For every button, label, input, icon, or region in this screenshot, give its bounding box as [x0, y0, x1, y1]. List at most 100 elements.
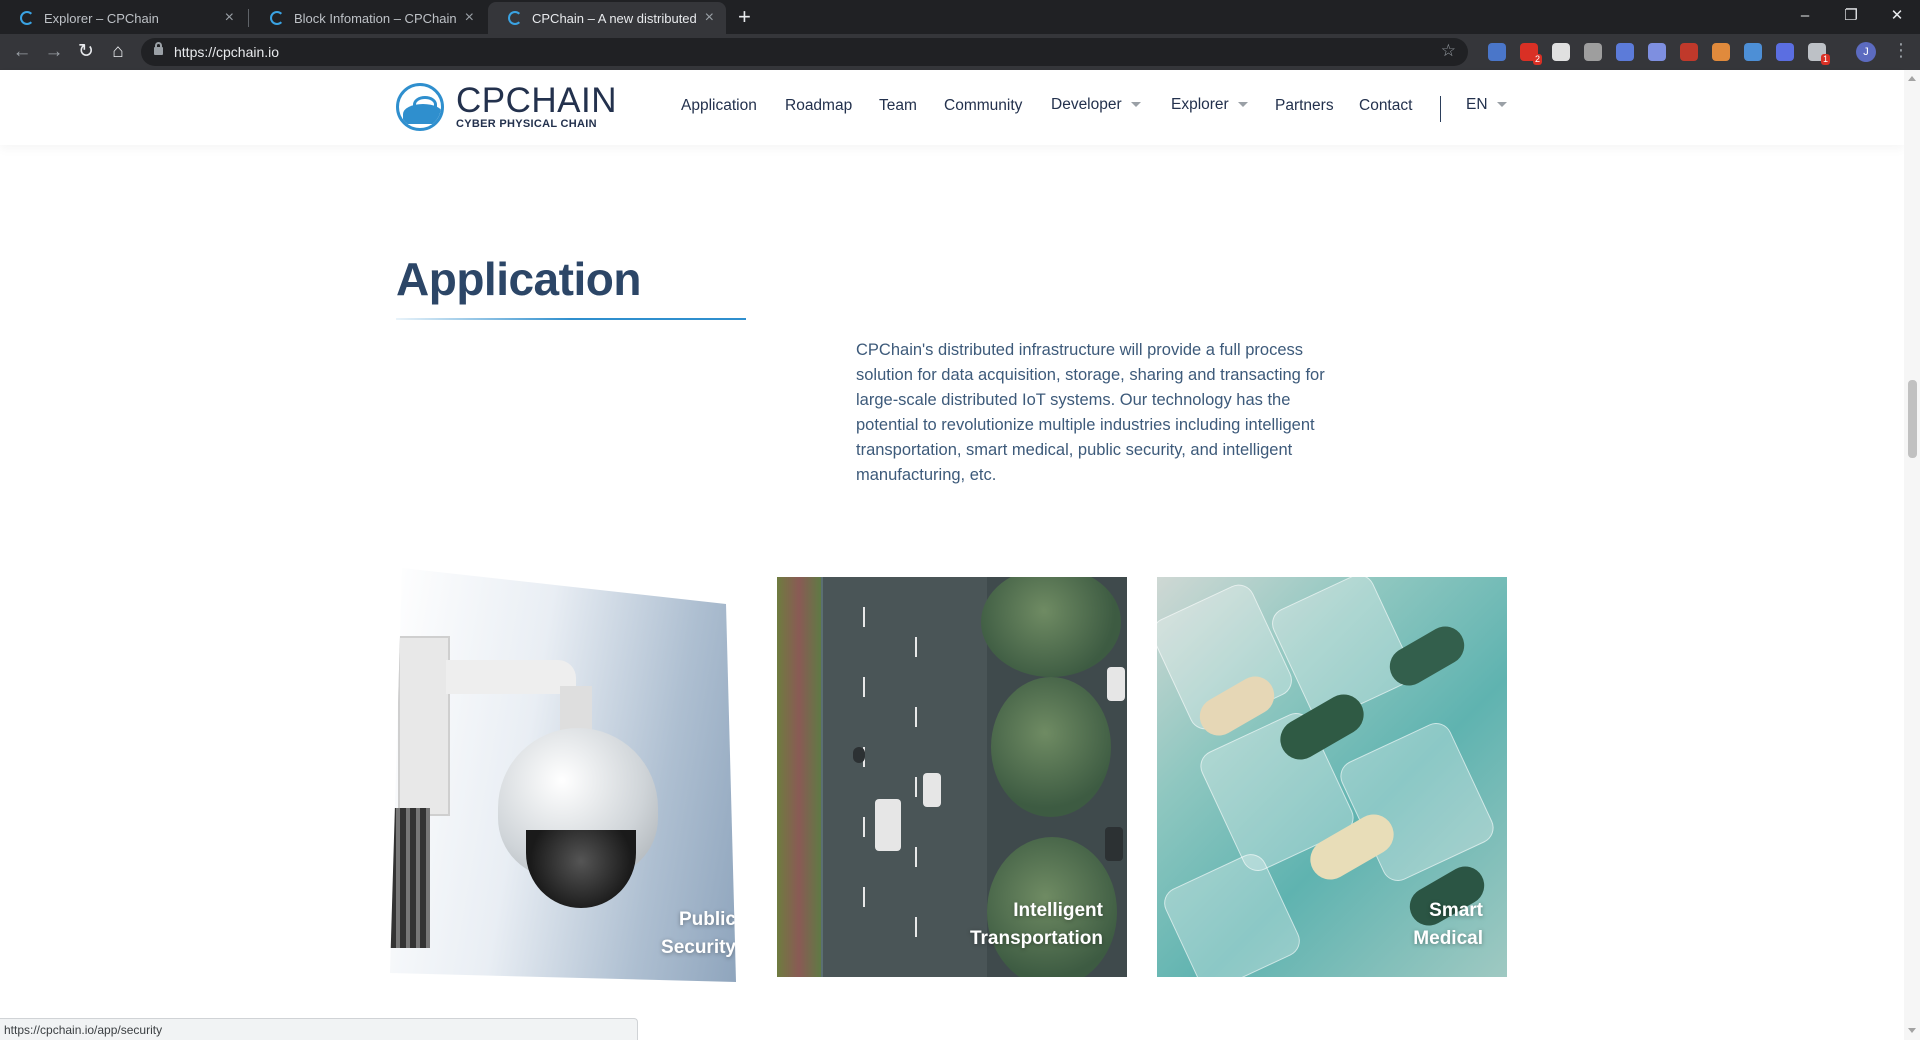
page-scrollbar[interactable]	[1904, 70, 1920, 1040]
card-label: Smart Medical	[1413, 897, 1483, 953]
card-intelligent-transportation[interactable]: Intelligent Transportation	[777, 577, 1127, 977]
tab-close-icon[interactable]: ×	[465, 9, 474, 27]
bookmark-star-icon[interactable]: ☆	[1441, 41, 1456, 61]
chevron-down-icon	[1496, 102, 1507, 108]
disc-icon[interactable]	[1744, 43, 1762, 61]
address-url[interactable]: https://cpchain.io	[174, 44, 279, 60]
lane-marking	[915, 777, 917, 797]
tab-close-icon[interactable]: ×	[705, 9, 714, 27]
flag-icon[interactable]	[1648, 43, 1666, 61]
nav-contact[interactable]: Contact	[1359, 97, 1412, 115]
camera-mount-box	[398, 636, 450, 816]
owl-icon[interactable]	[1712, 43, 1730, 61]
cpchain-logo[interactable]: CPCHAIN CYBER PHYSICAL CHAIN	[396, 83, 617, 131]
tab-title: Explorer – CPChain	[44, 10, 159, 26]
card-label-line: Intelligent	[1013, 900, 1103, 921]
link-status-bubble: https://cpchain.io/app/security	[0, 1018, 638, 1040]
road-verge	[777, 577, 821, 977]
browser-menu-icon[interactable]: ⋮	[1892, 40, 1910, 61]
nav-partners[interactable]: Partners	[1275, 97, 1334, 115]
nav-roadmap[interactable]: Roadmap	[785, 97, 852, 115]
extension-badge: 1	[1820, 54, 1830, 65]
lane-marking	[863, 817, 865, 837]
scroll-down-icon[interactable]	[1908, 1028, 1916, 1033]
lane-marking	[915, 707, 917, 727]
section-title: Application	[396, 253, 641, 305]
restore-button[interactable]: ❐	[1828, 2, 1874, 30]
cpchain-favicon-icon	[270, 11, 284, 25]
shield-icon[interactable]: 2	[1520, 43, 1542, 65]
tab-divider	[248, 9, 249, 27]
scroll-up-icon[interactable]	[1908, 76, 1916, 81]
blister-pocket	[1158, 848, 1306, 977]
nav-team[interactable]: Team	[879, 97, 917, 115]
card-public-security[interactable]: Public Security	[390, 568, 736, 982]
tab-cpchain-home[interactable]: CPChain – A new distributed i ×	[488, 2, 726, 34]
hexagon-icon[interactable]	[1776, 43, 1794, 61]
tab-explorer[interactable]: Explorer – CPChain ×	[0, 2, 246, 34]
card-label-line: Transportation	[969, 928, 1103, 949]
forward-button[interactable]: →	[42, 40, 66, 64]
nav-label: Explorer	[1171, 96, 1229, 113]
panda-icon[interactable]	[1552, 43, 1570, 61]
home-button[interactable]: ⌂	[106, 40, 130, 64]
nav-label: Roadmap	[785, 97, 853, 114]
address-bar[interactable]: https://cpchain.io ☆	[141, 38, 1468, 66]
browser-tab-bar: Explorer – CPChain × Block Infomation – …	[0, 0, 1920, 34]
nav-application[interactable]: Application	[681, 97, 757, 115]
new-tab-button[interactable]: +	[738, 4, 751, 30]
car	[1107, 667, 1125, 701]
back-button[interactable]: ←	[10, 40, 34, 64]
nav-label: Team	[879, 97, 917, 114]
car	[923, 773, 941, 807]
book-icon[interactable]	[1680, 43, 1698, 61]
site-header: CPCHAIN CYBER PHYSICAL CHAIN Application…	[0, 70, 1904, 145]
nav-community[interactable]: Community	[944, 97, 1022, 115]
lane-marking	[915, 847, 917, 867]
tab-block-information[interactable]: Block Infomation – CPChain ×	[250, 2, 486, 34]
truck	[875, 799, 901, 851]
camera-cables	[390, 808, 430, 948]
card-label: Public Security	[661, 906, 736, 962]
chevron-down-icon	[1237, 102, 1248, 108]
tab-title: CPChain – A new distributed i	[532, 10, 697, 26]
lane-marking	[863, 887, 865, 907]
language-selector[interactable]: EN	[1466, 96, 1507, 114]
card-label-line: Public	[678, 909, 736, 930]
camera-arm	[446, 660, 576, 694]
nav-label: Community	[944, 97, 1023, 114]
nav-developer[interactable]: Developer	[1051, 96, 1141, 114]
motorbike	[853, 747, 865, 763]
lane-marking	[863, 607, 865, 627]
tree	[991, 677, 1111, 817]
reload-button[interactable]: ↻	[74, 40, 98, 64]
lane-marking	[915, 637, 917, 657]
nav-explorer[interactable]: Explorer	[1171, 96, 1248, 114]
close-window-button[interactable]: ✕	[1874, 2, 1920, 30]
logo-tagline: CYBER PHYSICAL CHAIN	[456, 118, 597, 130]
capsule-pill	[1382, 619, 1472, 693]
grid-icon[interactable]	[1616, 43, 1634, 61]
logo-text: CPCHAIN CYBER PHYSICAL CHAIN	[456, 83, 617, 130]
circle-icon[interactable]	[1584, 43, 1602, 61]
cpchain-wave-logo-icon	[396, 83, 444, 131]
cpchain-favicon-icon	[20, 11, 34, 25]
lane-marking	[915, 917, 917, 937]
extension-badge: 2	[1532, 54, 1542, 65]
card-smart-medical[interactable]: Smart Medical	[1157, 577, 1507, 977]
car	[1105, 827, 1123, 861]
section-description: CPChain's distributed infrastructure wil…	[856, 341, 1325, 484]
tree	[981, 577, 1121, 677]
nav-divider	[1440, 96, 1441, 122]
tab-title: Block Infomation – CPChain	[294, 10, 457, 26]
cast-icon[interactable]: 1	[1808, 43, 1830, 65]
tab-close-icon[interactable]: ×	[225, 9, 234, 27]
nav-label: Contact	[1359, 97, 1413, 114]
scroll-thumb[interactable]	[1908, 380, 1917, 458]
translate-icon[interactable]	[1488, 43, 1506, 61]
browser-toolbar: ← → ↻ ⌂ https://cpchain.io ☆ 2 1 J ⋮	[0, 34, 1920, 70]
profile-avatar[interactable]: J	[1856, 42, 1876, 62]
card-label-line: Medical	[1413, 928, 1483, 949]
lock-icon	[154, 42, 163, 55]
minimize-button[interactable]: –	[1782, 2, 1828, 30]
